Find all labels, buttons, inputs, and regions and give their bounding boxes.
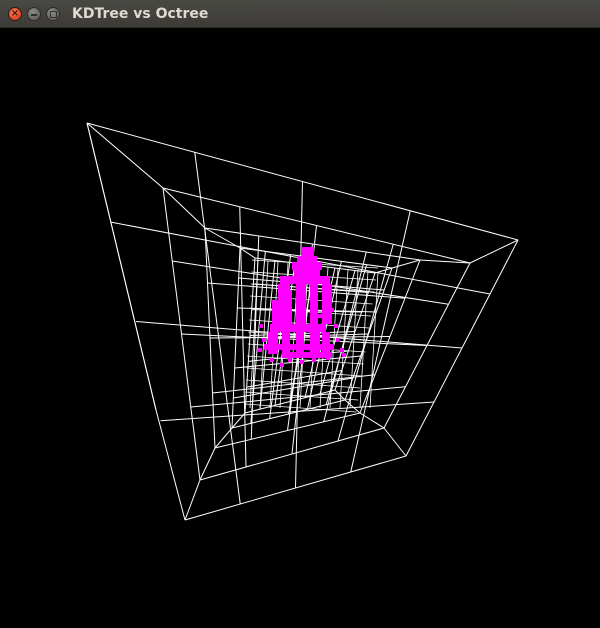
maximize-button[interactable] (46, 7, 60, 21)
point (342, 353, 346, 357)
point (336, 338, 340, 342)
depth-edge (184, 479, 201, 521)
point-cluster (296, 330, 304, 354)
point (300, 360, 304, 364)
close-button[interactable]: × (8, 7, 22, 21)
point (262, 338, 266, 342)
minimize-icon (31, 13, 37, 16)
depth-edge (199, 447, 216, 481)
depth-edge (162, 187, 206, 229)
app-window: × KDTree vs Octree (0, 0, 600, 628)
point (318, 314, 322, 318)
depth-edge (359, 412, 385, 429)
minimize-button[interactable] (27, 7, 41, 21)
point-cluster (310, 328, 320, 354)
point-cluster (322, 284, 332, 324)
outer-edge (86, 122, 157, 411)
depth-edge (86, 122, 164, 189)
point-cluster (296, 282, 306, 326)
point-cluster (310, 280, 318, 328)
point (258, 348, 262, 352)
depth-edge (391, 259, 421, 269)
depth-edge (383, 427, 407, 457)
close-icon: × (10, 8, 20, 19)
outer-edge (155, 409, 186, 521)
depth-edge (374, 267, 393, 274)
point-cluster (264, 344, 334, 350)
maximize-icon (49, 10, 57, 18)
point (340, 348, 344, 352)
point-cluster (286, 290, 292, 324)
point (280, 363, 284, 367)
grid-line (350, 210, 411, 473)
point (288, 358, 292, 362)
point (270, 358, 274, 362)
point-cluster (272, 300, 278, 326)
window-title: KDTree vs Octree (72, 6, 209, 22)
point (330, 308, 334, 312)
point (259, 324, 263, 328)
point-cluster (268, 332, 278, 354)
render-viewport[interactable] (0, 28, 600, 628)
title-bar[interactable]: × KDTree vs Octree (0, 0, 600, 28)
point (315, 268, 319, 272)
point (312, 358, 316, 362)
point (276, 314, 280, 318)
point-cluster (282, 352, 332, 358)
point-cluster (282, 328, 290, 356)
point (334, 324, 338, 328)
point (326, 356, 330, 360)
octree-wireframe-canvas (86, 122, 519, 521)
depth-edge (469, 239, 519, 264)
point (305, 274, 309, 278)
